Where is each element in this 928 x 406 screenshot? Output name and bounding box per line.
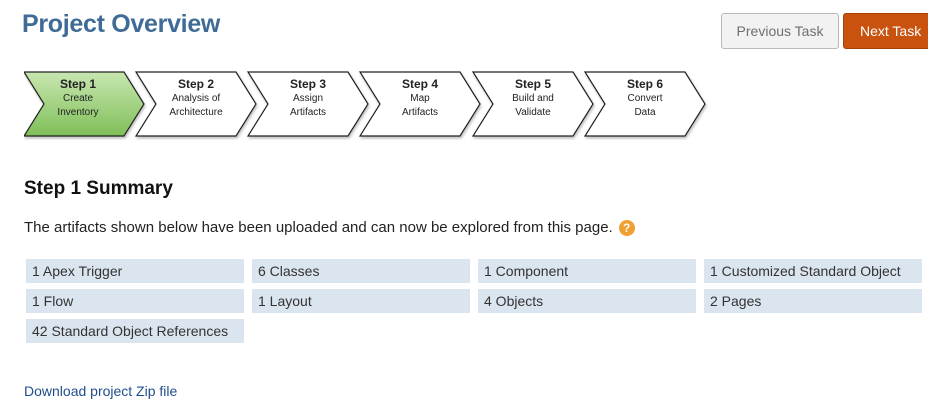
step-label-line1: Convert bbox=[627, 93, 663, 104]
artifact-cell[interactable]: 4 Objects bbox=[478, 289, 696, 313]
artifact-grid: 1 Apex Trigger 6 Classes 1 Component 1 C… bbox=[26, 259, 922, 343]
step-6[interactable]: Step 6 Convert Data bbox=[591, 77, 699, 120]
step-2[interactable]: Step 2 Analysis of Architecture bbox=[142, 77, 250, 120]
artifact-cell[interactable]: 1 Customized Standard Object bbox=[704, 259, 922, 283]
step-3[interactable]: Step 3 Assign Artifacts bbox=[254, 77, 362, 120]
step-number: Step 4 bbox=[401, 77, 438, 91]
artifact-cell[interactable]: 2 Pages bbox=[704, 289, 922, 313]
artifact-cell[interactable]: 6 Classes bbox=[252, 259, 470, 283]
help-icon[interactable]: ? bbox=[618, 219, 635, 236]
step-label-line2: Artifacts bbox=[289, 107, 327, 118]
step-label-line1: Map bbox=[410, 93, 430, 104]
step-wizard: Step 1 Create Inventory Step 2 Analysis … bbox=[24, 70, 744, 140]
artifact-cell[interactable]: 42 Standard Object References bbox=[26, 319, 244, 343]
step-label-line2: Inventory bbox=[57, 107, 99, 118]
summary-title: Step 1 Summary bbox=[24, 178, 173, 199]
next-task-button[interactable]: Next Task bbox=[843, 13, 928, 49]
step-5[interactable]: Step 5 Build and Validate bbox=[479, 77, 587, 120]
step-number: Step 1 bbox=[59, 77, 96, 91]
previous-task-button[interactable]: Previous Task bbox=[721, 13, 839, 49]
step-label-line1: Analysis of bbox=[171, 93, 221, 104]
artifact-cell[interactable]: 1 Flow bbox=[26, 289, 244, 313]
step-label-line2: Architecture bbox=[169, 107, 223, 118]
step-label-line2: Validate bbox=[515, 107, 551, 118]
step-4[interactable]: Step 4 Map Artifacts bbox=[366, 77, 474, 120]
step-number: Step 5 bbox=[514, 77, 551, 91]
summary-intro-text: The artifacts shown below have been uplo… bbox=[24, 219, 613, 236]
artifact-cell[interactable]: 1 Component bbox=[478, 259, 696, 283]
step-label-line1: Build and bbox=[512, 93, 554, 104]
step-label-line1: Assign bbox=[292, 93, 323, 104]
artifact-cell[interactable]: 1 Apex Trigger bbox=[26, 259, 244, 283]
step-number: Step 6 bbox=[626, 77, 663, 91]
step-number: Step 2 bbox=[177, 77, 214, 91]
step-label-line2: Data bbox=[634, 107, 656, 118]
step-number: Step 3 bbox=[289, 77, 326, 91]
step-label-line2: Artifacts bbox=[401, 107, 439, 118]
artifact-cell[interactable]: 1 Layout bbox=[252, 289, 470, 313]
page-title: Project Overview bbox=[22, 10, 221, 38]
step-label-line1: Create bbox=[62, 93, 93, 104]
download-zip-link[interactable]: Download project Zip file bbox=[24, 383, 177, 399]
step-1[interactable]: Step 1 Create Inventory bbox=[24, 77, 132, 120]
summary-intro: The artifacts shown below have been uplo… bbox=[24, 219, 635, 236]
